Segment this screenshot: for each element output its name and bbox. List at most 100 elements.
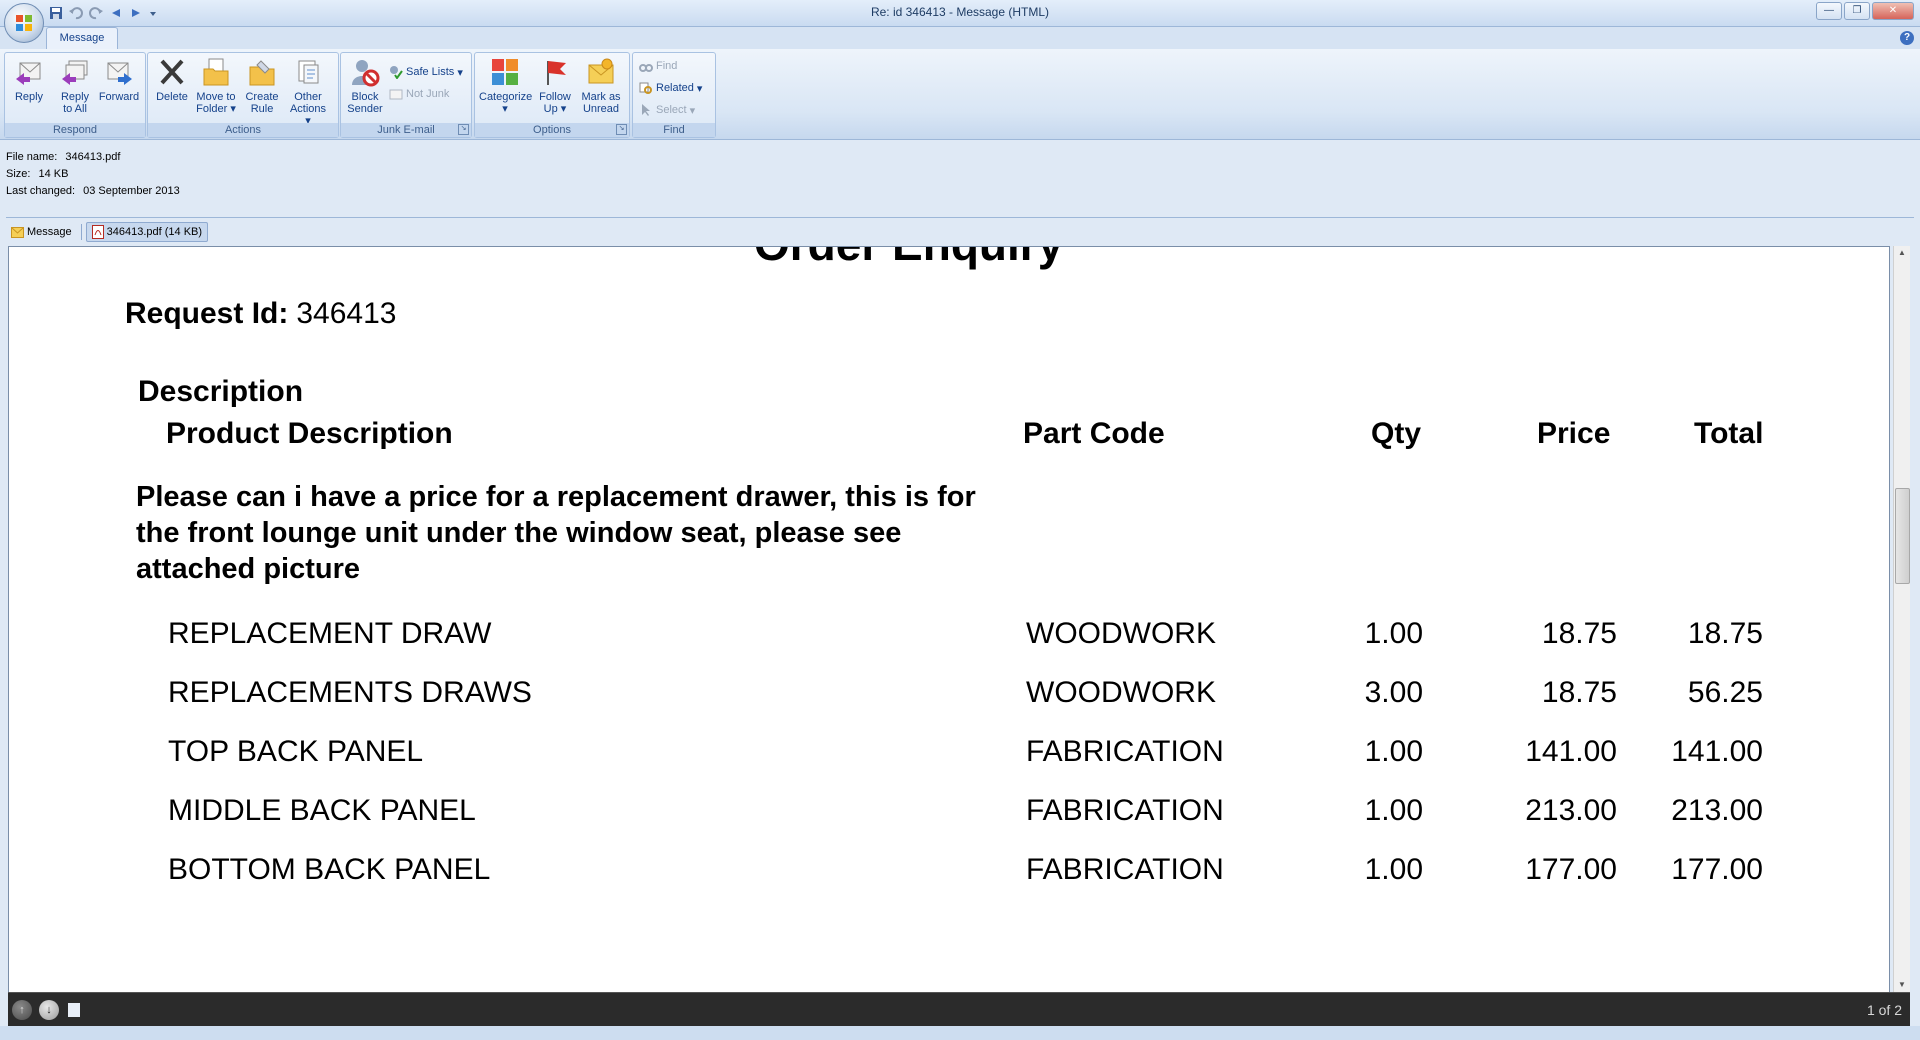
column-header-qty: Qty	[1371, 417, 1422, 450]
item-part-code: WOODWORK	[1026, 617, 1216, 650]
line-item-row: REPLACEMENT DRAW WOODWORK 1.00 18.75 18.…	[9, 617, 1889, 657]
item-qty: 1.00	[1364, 794, 1423, 827]
column-header-product: Product Description	[166, 417, 453, 450]
request-id: Request Id: 346413	[125, 297, 396, 331]
pdf-viewer-toolbar: ↑ ↓ 1 of 2	[8, 992, 1910, 1027]
group-label-respond: Respond	[5, 123, 145, 137]
request-id-value: 346413	[296, 297, 397, 330]
group-find: Find Related ▾ Select ▾ Find	[632, 52, 716, 138]
reply-all-icon	[62, 60, 88, 85]
line-item-row: TOP BACK PANEL FABRICATION 1.00 141.00 1…	[9, 735, 1889, 775]
item-total: 177.00	[1671, 853, 1763, 886]
item-price: 177.00	[1525, 853, 1617, 886]
binoculars-icon	[639, 64, 653, 72]
divider	[6, 217, 1914, 218]
group-respond: Reply Reply to All Forward Respond	[4, 52, 146, 138]
document-heading: Order Enquiry	[754, 247, 1063, 271]
block-sender-button[interactable]: Block Sender	[343, 55, 387, 119]
scroll-down-icon[interactable]: ▼	[1894, 978, 1910, 992]
ribbon-tabs: Message ?	[0, 27, 1920, 49]
attachment-bar: Message 346413.pdf (14 KB)	[6, 222, 209, 242]
categorize-button[interactable]: Categorize ▾	[479, 55, 532, 119]
move-to-folder-icon	[203, 58, 229, 86]
ribbon: Reply Reply to All Forward Respond Delet…	[0, 49, 1920, 140]
group-actions: Delete Move to Folder ▾ Create Rule Othe…	[147, 52, 339, 138]
forward-button[interactable]: Forward	[97, 55, 141, 119]
group-label-actions: Actions	[148, 123, 338, 137]
item-total: 141.00	[1671, 735, 1763, 768]
reply-all-button[interactable]: Reply to All	[53, 55, 97, 119]
attachment-file-info: File name: 346413.pdf Size: 14 KB Last cha…	[6, 149, 180, 200]
forward-icon	[107, 62, 132, 85]
follow-up-flag-icon	[547, 61, 566, 85]
reply-icon	[16, 62, 41, 85]
related-button[interactable]: Related ▾	[639, 79, 702, 97]
close-button[interactable]: ✕	[1872, 2, 1914, 20]
item-description: BOTTOM BACK PANEL	[168, 853, 491, 886]
item-part-code: FABRICATION	[1026, 794, 1224, 827]
office-button[interactable]	[4, 3, 44, 43]
item-price: 141.00	[1525, 735, 1617, 768]
group-label-options: Options	[475, 123, 629, 137]
item-description: MIDDLE BACK PANEL	[168, 794, 476, 827]
column-header-price: Price	[1537, 417, 1611, 450]
scroll-thumb[interactable]	[1895, 488, 1910, 584]
page-icon[interactable]	[68, 1003, 80, 1017]
mark-as-unread-icon	[588, 58, 614, 84]
page-indicator: 1 of 2	[1866, 1002, 1902, 1018]
minimize-button[interactable]: —	[1816, 2, 1842, 20]
line-item-row: BOTTOM BACK PANEL FABRICATION 1.00 177.0…	[9, 853, 1889, 893]
scroll-up-icon[interactable]: ▲	[1894, 246, 1910, 260]
select-button[interactable]: Select ▾	[639, 101, 695, 119]
line-item-row: REPLACEMENTS DRAWS WOODWORK 3.00 18.75 5…	[9, 676, 1889, 716]
junk-email-dialog-launcher[interactable]: ↘	[458, 124, 469, 135]
previous-page-icon[interactable]: ↑	[12, 1000, 32, 1020]
follow-up-button[interactable]: Follow Up ▾	[533, 55, 577, 119]
office-logo-icon	[16, 15, 32, 31]
pdf-attachment-tab[interactable]: 346413.pdf (14 KB)	[85, 222, 209, 242]
options-dialog-launcher[interactable]: ↘	[616, 124, 627, 135]
last-changed-value: 03 September 2013	[83, 185, 180, 197]
related-icon	[639, 82, 652, 94]
item-qty: 1.00	[1364, 735, 1423, 768]
move-to-folder-button[interactable]: Move to Folder ▾	[194, 55, 238, 119]
item-description: REPLACEMENT DRAW	[168, 617, 492, 650]
request-id-label: Request Id:	[125, 297, 289, 330]
item-total: 56.25	[1687, 676, 1763, 709]
item-price: 18.75	[1541, 676, 1617, 709]
delete-icon	[160, 59, 184, 85]
request-description: Please can i have a price for a replacem…	[136, 481, 976, 585]
restore-button[interactable]: ❐	[1844, 2, 1870, 20]
pdf-file-icon	[91, 225, 104, 239]
item-part-code: WOODWORK	[1026, 676, 1216, 709]
item-price: 18.75	[1541, 617, 1617, 650]
envelope-icon	[11, 226, 24, 238]
other-actions-icon	[298, 60, 319, 84]
tab-message[interactable]: Message	[46, 27, 118, 49]
line-item-row: MIDDLE BACK PANEL FABRICATION 1.00 213.0…	[9, 794, 1889, 834]
next-page-icon[interactable]: ↓	[39, 1000, 59, 1020]
safe-lists-icon	[390, 66, 403, 79]
find-button[interactable]: Find	[639, 57, 677, 75]
description-header: Description	[138, 375, 304, 408]
item-description: REPLACEMENTS DRAWS	[168, 676, 532, 709]
item-qty: 1.00	[1364, 617, 1423, 650]
not-junk-button[interactable]: Not Junk	[389, 85, 449, 103]
file-name-value: 346413.pdf	[65, 151, 121, 163]
item-qty: 1.00	[1364, 853, 1423, 886]
vertical-scrollbar[interactable]: ▲ ▼	[1893, 246, 1910, 992]
mark-as-unread-button[interactable]: Mark as Unread	[579, 55, 623, 119]
block-sender-icon	[352, 60, 380, 87]
help-icon[interactable]: ?	[1900, 31, 1914, 45]
item-price: 213.00	[1525, 794, 1617, 827]
divider	[80, 224, 82, 240]
other-actions-button[interactable]: Other Actions ▾	[286, 55, 330, 127]
delete-button[interactable]: Delete	[150, 55, 194, 119]
pdf-preview[interactable]: Order Enquiry Request Id:346413 Descript…	[8, 246, 1890, 994]
reply-button[interactable]: Reply	[7, 55, 51, 119]
message-tab[interactable]: Message	[6, 223, 77, 241]
item-total: 213.00	[1671, 794, 1763, 827]
categorize-icon	[492, 59, 518, 85]
create-rule-button[interactable]: Create Rule	[240, 55, 284, 119]
safe-lists-button[interactable]: Safe Lists ▾	[389, 63, 463, 81]
